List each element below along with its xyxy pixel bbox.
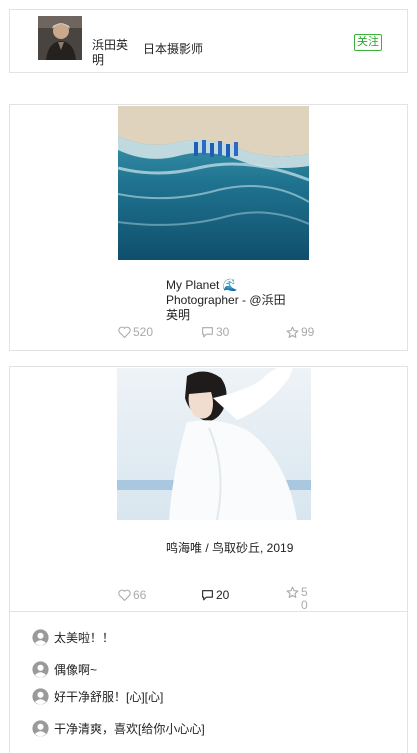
user-avatar-icon — [32, 661, 49, 678]
profile-photo — [38, 16, 82, 60]
speech-bubble-icon — [202, 590, 213, 601]
follow-button[interactable]: 关注 — [354, 34, 382, 51]
like-count: 66 — [133, 588, 147, 602]
star-outline-icon — [286, 586, 299, 598]
post-card: 鸣海唯 / 鸟取砂丘, 2019 66 20 50 — [9, 366, 408, 612]
post-caption: 鸣海唯 / 鸟取砂丘, 2019 — [166, 541, 294, 555]
comment-text: 干净清爽，喜欢[给你小心心] — [54, 722, 205, 736]
comment-text: 偶像啊~ — [54, 663, 98, 677]
portrait-photo — [117, 368, 311, 520]
comment-list: 太美啦！！ 偶像啊~ 好干净舒服！[心][心] 干净清爽，喜欢[给你小心心] — [9, 612, 408, 753]
like-count: 520 — [133, 325, 154, 339]
heart-outline-icon — [118, 326, 131, 338]
star-outline-icon — [286, 326, 299, 338]
user-avatar-icon — [32, 629, 49, 646]
favorite-count: 50 — [301, 585, 308, 612]
comment-item: 干净清爽，喜欢[给你小心心] — [32, 720, 205, 737]
post-photo[interactable] — [117, 368, 311, 520]
like-button[interactable]: 66 — [118, 588, 146, 602]
profile-header: 浜田英明 日本摄影师 关注 — [9, 9, 408, 73]
comment-button[interactable]: 20 — [201, 588, 229, 602]
favorite-button[interactable]: 50 — [286, 586, 309, 612]
user-avatar-icon — [32, 720, 49, 737]
comment-item: 太美啦！！ — [32, 629, 114, 646]
profile-description: 日本摄影师 — [143, 42, 204, 56]
beach-photo — [118, 106, 309, 260]
post-caption: My Planet 🌊 Photographer - @浜田英明 — [166, 278, 286, 322]
post-card: My Planet 🌊 Photographer - @浜田英明 520 30 … — [9, 104, 408, 351]
like-button[interactable]: 520 — [118, 325, 153, 339]
favorite-count: 99 — [301, 325, 315, 339]
comment-count: 30 — [216, 325, 230, 339]
comment-item: 偶像啊~ — [32, 661, 97, 678]
comment-text: 好干净舒服！[心][心] — [54, 690, 164, 704]
profile-name[interactable]: 浜田英明 — [92, 38, 132, 68]
speech-bubble-icon — [202, 327, 213, 338]
comment-item: 好干净舒服！[心][心] — [32, 688, 163, 705]
comment-count: 20 — [216, 588, 230, 602]
heart-outline-icon — [118, 589, 131, 601]
comment-button[interactable]: 30 — [201, 325, 229, 339]
user-avatar-icon — [32, 688, 49, 705]
favorite-button[interactable]: 99 — [286, 325, 314, 339]
comment-text: 太美啦！！ — [54, 631, 115, 645]
profile-avatar[interactable] — [38, 16, 82, 60]
post-photo[interactable] — [118, 106, 309, 260]
